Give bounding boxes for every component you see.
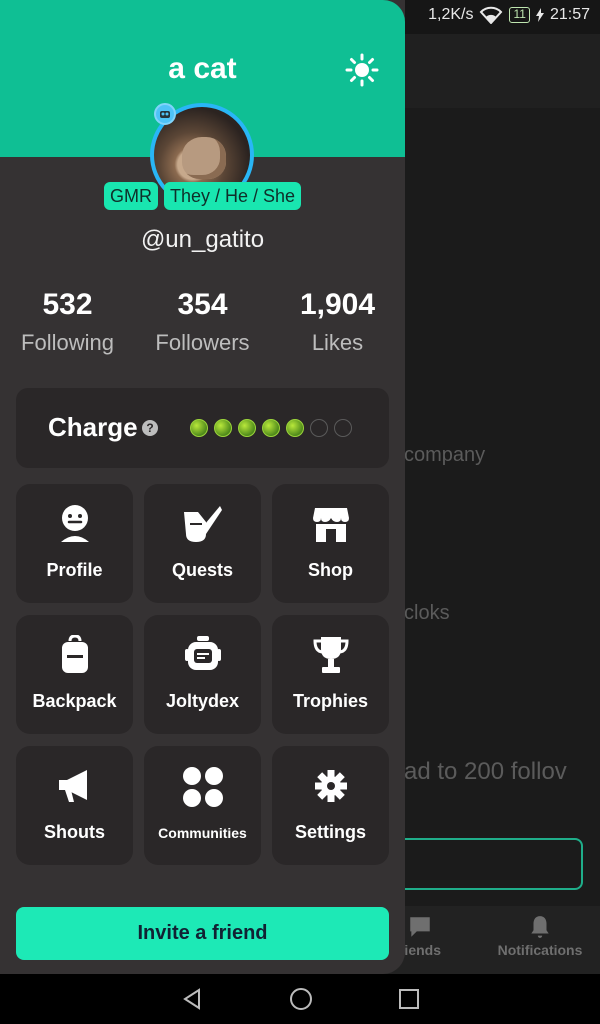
stat-likes[interactable]: 1,904 Likes: [270, 288, 405, 356]
tile-settings[interactable]: Settings: [272, 746, 389, 865]
back-icon[interactable]: [180, 987, 204, 1011]
charge-label: Charge: [48, 412, 138, 442]
tile-quests-label: Quests: [171, 560, 234, 580]
nav-notifications-label: Notifications: [497, 942, 583, 958]
charging-icon: [535, 8, 544, 22]
communities-icon: [182, 767, 223, 807]
background-input: [380, 838, 583, 890]
tile-shouts-label: Shouts: [44, 822, 105, 842]
charge-pip-filled: [262, 419, 280, 437]
brightness-icon[interactable]: [345, 53, 379, 87]
megaphone-icon: [58, 770, 87, 802]
help-icon[interactable]: ?: [142, 420, 158, 436]
background-text-3: ad to 200 follov: [404, 758, 567, 785]
tile-shop[interactable]: Shop: [272, 484, 389, 603]
face-icon: [60, 505, 89, 542]
menu-grid: Profile Quests Shop Backpack Joltydex Tr…: [16, 484, 389, 865]
nav-notifications: Notifications: [475, 906, 600, 958]
recents-icon[interactable]: [398, 988, 420, 1010]
stat-likes-label: Likes: [311, 330, 364, 355]
badge-row: GMR They / He / She: [0, 182, 405, 210]
tile-quests[interactable]: Quests: [144, 484, 261, 603]
robot-icon: [184, 636, 221, 670]
quill-icon: [183, 506, 222, 542]
username: @un_gatito: [140, 226, 265, 253]
nav-friends-label: riends: [398, 942, 441, 958]
home-icon[interactable]: [288, 986, 314, 1012]
store-icon: [312, 508, 349, 542]
tile-profile[interactable]: Profile: [16, 484, 133, 603]
tile-trophies[interactable]: Trophies: [272, 615, 389, 734]
tile-communities-label: Communities: [158, 825, 247, 841]
battery-level: 11: [509, 7, 530, 23]
side-drawer: a cat GMR They / He / She @un_gatito 532: [0, 0, 405, 974]
invite-friend-button[interactable]: Invite a friend: [16, 907, 389, 960]
wifi-icon: [480, 6, 503, 24]
bell-icon: [531, 916, 549, 938]
stat-following-value: 532: [42, 288, 93, 321]
system-nav-bar: [0, 974, 600, 1024]
charge-meter: [190, 419, 352, 437]
stats-row: 532 Following 354 Followers 1,904 Likes: [0, 288, 405, 356]
gear-icon: [314, 770, 347, 802]
stat-followers[interactable]: 354 Followers: [135, 288, 270, 356]
stat-likes-value: 1,904: [299, 288, 376, 321]
tile-backpack[interactable]: Backpack: [16, 615, 133, 734]
tile-joltydex[interactable]: Joltydex: [144, 615, 261, 734]
status-indicators: 1,2K/s 11 21:57: [428, 6, 590, 24]
backpack-icon: [61, 635, 88, 673]
charge-pip-filled: [214, 419, 232, 437]
chat-icon: [410, 917, 430, 937]
kitten-photo: [182, 137, 226, 179]
network-speed: 1,2K/s: [428, 6, 474, 23]
tile-trophies-label: Trophies: [292, 691, 368, 711]
charge-pip-filled: [238, 419, 256, 437]
tile-settings-label: Settings: [294, 822, 366, 842]
badge-gmr: GMR: [103, 182, 158, 210]
tile-shop-label: Shop: [308, 560, 353, 580]
stat-followers-label: Followers: [155, 330, 250, 355]
tile-joltydex-label: Joltydex: [165, 691, 240, 711]
robot-pet-icon: [154, 103, 176, 125]
background-text-2: cloks: [404, 602, 450, 624]
background-text-1: company: [404, 444, 486, 466]
charge-pip-filled: [190, 419, 208, 437]
trophy-icon: [312, 637, 349, 673]
tile-shouts[interactable]: Shouts: [16, 746, 133, 865]
stat-following-label: Following: [21, 330, 114, 355]
charge-pip-empty: [334, 419, 352, 437]
charge-panel: Charge ?: [16, 388, 389, 468]
badge-pronouns: They / He / She: [163, 182, 302, 210]
tile-communities[interactable]: Communities: [144, 746, 261, 865]
tile-backpack-label: Backpack: [32, 691, 117, 711]
clock: 21:57: [549, 6, 590, 23]
charge-pip-filled: [286, 419, 304, 437]
stat-following[interactable]: 532 Following: [0, 288, 135, 356]
tile-profile-label: Profile: [46, 560, 103, 580]
stat-followers-value: 354: [177, 288, 228, 321]
charge-pip-empty: [310, 419, 328, 437]
